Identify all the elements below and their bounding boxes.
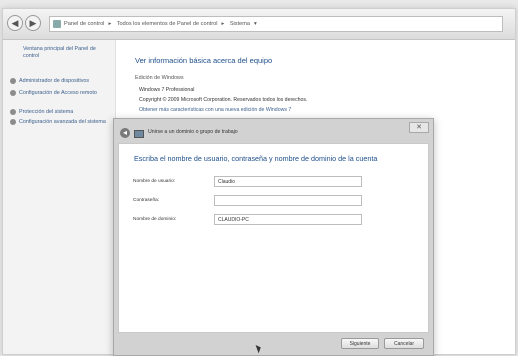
sidebar-item-system-protection[interactable]: Protección del sistema	[9, 109, 113, 116]
sidebar-home-link[interactable]: Ventana principal del Panel de control	[23, 46, 111, 60]
dialog-header: ◂ Unirse a un dominio o grupo de trabajo	[118, 127, 407, 141]
sidebar-item-device-manager[interactable]: Administrador de dispositivos	[9, 78, 113, 85]
breadcrumb-item[interactable]: Todos los elementos de Panel de control	[117, 21, 218, 27]
control-panel-icon	[53, 20, 61, 28]
password-field[interactable]	[214, 195, 362, 206]
dialog-heading: Escriba el nombre de usuario, contraseña…	[134, 154, 378, 163]
sidebar-item-advanced-settings[interactable]: Configuración avanzada del sistema	[9, 119, 113, 126]
password-label: Contraseña:	[133, 198, 160, 203]
forward-button[interactable]: ▶	[25, 15, 41, 31]
shield-icon	[10, 90, 16, 96]
shield-icon	[10, 119, 16, 125]
sidebar-item-label: Configuración de Acceso remoto	[19, 90, 97, 96]
next-button[interactable]: Siguiente	[341, 338, 379, 349]
username-field[interactable]	[214, 176, 362, 187]
breadcrumb-item[interactable]: Panel de control	[64, 21, 104, 27]
breadcrumb-item[interactable]: Sistema	[230, 21, 250, 27]
sidebar: Ventana principal del Panel de control A…	[3, 40, 116, 354]
sidebar-item-remote-access[interactable]: Configuración de Acceso remoto	[9, 90, 113, 97]
computer-icon	[134, 130, 144, 138]
shield-icon	[10, 109, 16, 115]
upgrade-link[interactable]: Obtener más características con una nuev…	[139, 107, 291, 113]
page-title: Ver información básica acerca del equipo	[135, 56, 273, 65]
back-arrow-icon[interactable]: ◂	[120, 128, 130, 138]
cancel-button[interactable]: Cancelar	[384, 338, 424, 349]
dialog-title: Unirse a un dominio o grupo de trabajo	[148, 129, 238, 135]
sidebar-item-label: Configuración avanzada del sistema	[19, 119, 106, 125]
address-breadcrumb[interactable]: Panel de control ▸ Todos los elementos de…	[49, 16, 503, 32]
dialog-body: Escriba el nombre de usuario, contraseña…	[118, 143, 429, 333]
edition-name: Windows 7 Professional	[139, 87, 195, 93]
back-button[interactable]: ◀	[7, 15, 23, 31]
sidebar-item-label: Protección del sistema	[19, 109, 74, 115]
copyright-text: Copyright © 2009 Microsoft Corporation. …	[139, 97, 308, 103]
username-label: Nombre de usuario:	[133, 179, 176, 184]
domain-label: Nombre de dominio:	[133, 217, 177, 222]
edition-heading: Edición de Windows	[135, 75, 184, 81]
dialog-footer: Siguiente Cancelar	[114, 333, 433, 355]
domain-field[interactable]	[214, 214, 362, 225]
close-button[interactable]: ✕	[409, 122, 429, 133]
join-domain-dialog: ✕ ◂ Unirse a un dominio o grupo de traba…	[113, 118, 434, 356]
address-bar-area: ◀ ▶ Panel de control ▸ Todos los elemento…	[3, 9, 515, 40]
sidebar-item-label: Administrador de dispositivos	[19, 78, 90, 84]
shield-icon	[10, 78, 16, 84]
